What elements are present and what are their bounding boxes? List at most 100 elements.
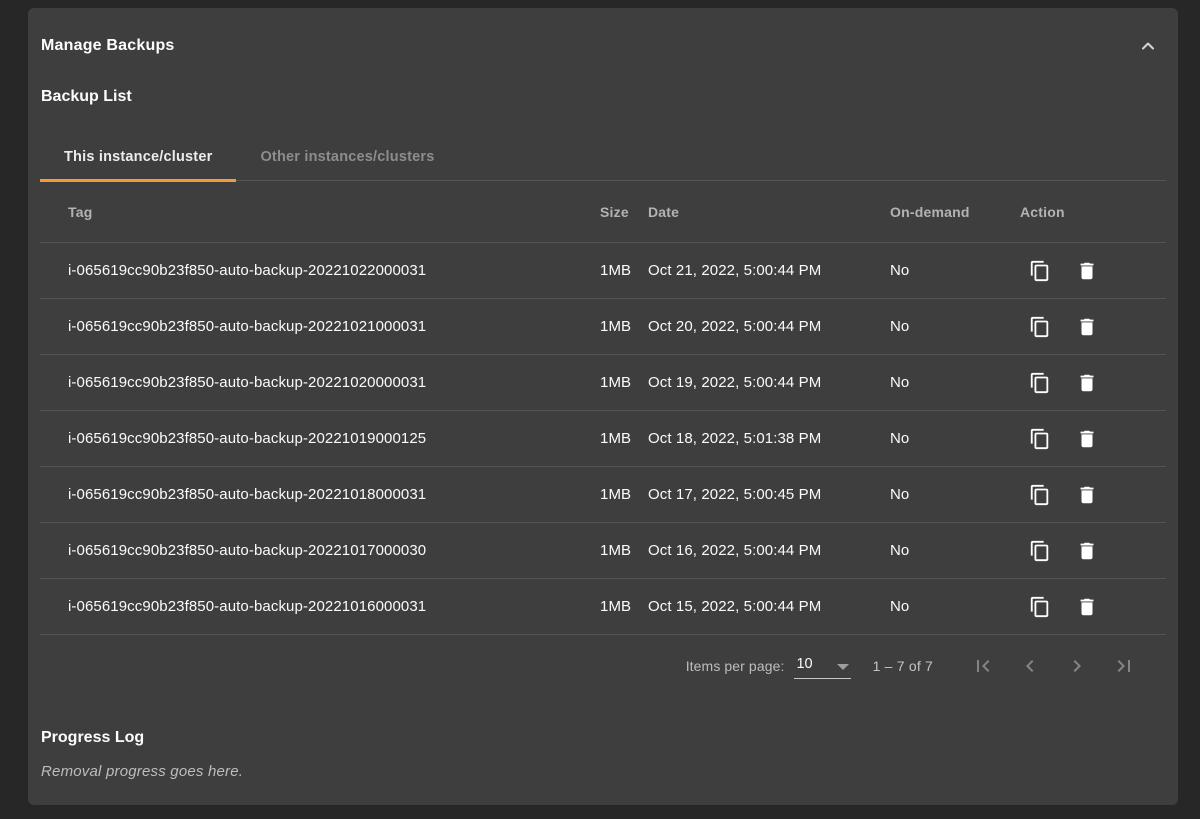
backup-tag-cell: i-065619cc90b23f850-auto-backup-20221020… xyxy=(68,374,600,391)
delete-backup-button[interactable] xyxy=(1075,595,1099,619)
first-page-icon xyxy=(971,654,995,678)
manage-backups-panel: Manage Backups Backup List This instance… xyxy=(28,8,1178,805)
progress-log-title: Progress Log xyxy=(41,725,1178,751)
backup-actions-cell xyxy=(1020,259,1166,283)
backup-date-cell: Oct 19, 2022, 5:00:44 PM xyxy=(648,374,890,391)
copy-icon xyxy=(1029,372,1051,394)
delete-backup-button[interactable] xyxy=(1075,259,1099,283)
copy-icon xyxy=(1029,316,1051,338)
table-row: i-065619cc90b23f850-auto-backup-20221016… xyxy=(40,579,1166,635)
backup-list-title: Backup List xyxy=(28,84,1178,110)
copy-backup-button[interactable] xyxy=(1028,483,1052,507)
copy-icon xyxy=(1029,540,1051,562)
table-header-row: Tag Size Date On-demand Action xyxy=(40,181,1166,243)
progress-log-section: Progress Log Removal progress goes here. xyxy=(28,725,1178,780)
backup-actions-cell xyxy=(1020,371,1166,395)
backup-actions-cell xyxy=(1020,595,1166,619)
backup-actions-cell xyxy=(1020,315,1166,339)
backup-on-demand-cell: No xyxy=(890,598,1020,615)
tab-other-instances-clusters[interactable]: Other instances/clusters xyxy=(236,133,458,181)
backup-on-demand-cell: No xyxy=(890,374,1020,391)
copy-backup-button[interactable] xyxy=(1028,259,1052,283)
table-row: i-065619cc90b23f850-auto-backup-20221017… xyxy=(40,523,1166,579)
tab-this-instance-cluster[interactable]: This instance/cluster xyxy=(40,133,236,181)
first-page-button[interactable] xyxy=(963,646,1003,686)
backup-on-demand-cell: No xyxy=(890,318,1020,335)
collapse-panel-button[interactable] xyxy=(1136,34,1160,58)
backup-on-demand-cell: No xyxy=(890,262,1020,279)
backup-date-cell: Oct 18, 2022, 5:01:38 PM xyxy=(648,430,890,447)
table-row: i-065619cc90b23f850-auto-backup-20221018… xyxy=(40,467,1166,523)
delete-backup-button[interactable] xyxy=(1075,427,1099,451)
backup-on-demand-cell: No xyxy=(890,486,1020,503)
backup-date-cell: Oct 16, 2022, 5:00:44 PM xyxy=(648,542,890,559)
items-per-page-label: Items per page: xyxy=(686,658,785,674)
backup-tag-cell: i-065619cc90b23f850-auto-backup-20221017… xyxy=(68,542,600,559)
table-row: i-065619cc90b23f850-auto-backup-20221019… xyxy=(40,411,1166,467)
backup-actions-cell xyxy=(1020,539,1166,563)
dropdown-arrow-icon xyxy=(837,664,849,670)
progress-log-message: Removal progress goes here. xyxy=(41,763,1178,780)
column-header-tag: Tag xyxy=(68,204,600,220)
trash-icon xyxy=(1076,260,1098,282)
copy-icon xyxy=(1029,428,1051,450)
trash-icon xyxy=(1076,484,1098,506)
table-body: i-065619cc90b23f850-auto-backup-20221022… xyxy=(40,243,1166,635)
delete-backup-button[interactable] xyxy=(1075,315,1099,339)
trash-icon xyxy=(1076,316,1098,338)
backup-date-cell: Oct 15, 2022, 5:00:44 PM xyxy=(648,598,890,615)
copy-backup-button[interactable] xyxy=(1028,315,1052,339)
backup-actions-cell xyxy=(1020,427,1166,451)
items-per-page-value: 10 xyxy=(796,656,812,672)
table-row: i-065619cc90b23f850-auto-backup-20221022… xyxy=(40,243,1166,299)
trash-icon xyxy=(1076,596,1098,618)
trash-icon xyxy=(1076,428,1098,450)
panel-header: Manage Backups xyxy=(28,8,1178,84)
backup-on-demand-cell: No xyxy=(890,542,1020,559)
backup-date-cell: Oct 20, 2022, 5:00:44 PM xyxy=(648,318,890,335)
backup-tag-cell: i-065619cc90b23f850-auto-backup-20221019… xyxy=(68,430,600,447)
page-range-label: 1 – 7 of 7 xyxy=(873,658,933,674)
trash-icon xyxy=(1076,540,1098,562)
backup-size-cell: 1MB xyxy=(600,542,648,559)
copy-icon xyxy=(1029,596,1051,618)
backup-actions-cell xyxy=(1020,483,1166,507)
backup-size-cell: 1MB xyxy=(600,486,648,503)
backup-date-cell: Oct 17, 2022, 5:00:45 PM xyxy=(648,486,890,503)
column-header-on-demand: On-demand xyxy=(890,204,1020,220)
table-row: i-065619cc90b23f850-auto-backup-20221020… xyxy=(40,355,1166,411)
copy-backup-button[interactable] xyxy=(1028,427,1052,451)
last-page-icon xyxy=(1112,654,1136,678)
copy-backup-button[interactable] xyxy=(1028,595,1052,619)
backup-tag-cell: i-065619cc90b23f850-auto-backup-20221016… xyxy=(68,598,600,615)
backup-tag-cell: i-065619cc90b23f850-auto-backup-20221022… xyxy=(68,262,600,279)
chevron-right-icon xyxy=(1065,654,1089,678)
delete-backup-button[interactable] xyxy=(1075,371,1099,395)
copy-backup-button[interactable] xyxy=(1028,539,1052,563)
last-page-button[interactable] xyxy=(1104,646,1144,686)
backup-on-demand-cell: No xyxy=(890,430,1020,447)
backup-size-cell: 1MB xyxy=(600,430,648,447)
backup-size-cell: 1MB xyxy=(600,598,648,615)
paginator-nav xyxy=(963,646,1144,686)
backup-list-container: This instance/cluster Other instances/cl… xyxy=(40,133,1166,697)
items-per-page-select[interactable]: 10 xyxy=(794,654,850,679)
delete-backup-button[interactable] xyxy=(1075,483,1099,507)
copy-icon xyxy=(1029,260,1051,282)
backup-tag-cell: i-065619cc90b23f850-auto-backup-20221021… xyxy=(68,318,600,335)
tab-bar: This instance/cluster Other instances/cl… xyxy=(40,133,1166,181)
column-header-size: Size xyxy=(600,204,648,220)
previous-page-button[interactable] xyxy=(1010,646,1050,686)
column-header-action: Action xyxy=(1020,204,1166,220)
paginator: Items per page: 10 1 – 7 of 7 xyxy=(40,635,1166,697)
trash-icon xyxy=(1076,372,1098,394)
backup-tag-cell: i-065619cc90b23f850-auto-backup-20221018… xyxy=(68,486,600,503)
copy-backup-button[interactable] xyxy=(1028,371,1052,395)
chevron-up-icon xyxy=(1138,36,1158,56)
delete-backup-button[interactable] xyxy=(1075,539,1099,563)
table-row: i-065619cc90b23f850-auto-backup-20221021… xyxy=(40,299,1166,355)
backup-date-cell: Oct 21, 2022, 5:00:44 PM xyxy=(648,262,890,279)
backup-size-cell: 1MB xyxy=(600,262,648,279)
next-page-button[interactable] xyxy=(1057,646,1097,686)
backup-size-cell: 1MB xyxy=(600,374,648,391)
